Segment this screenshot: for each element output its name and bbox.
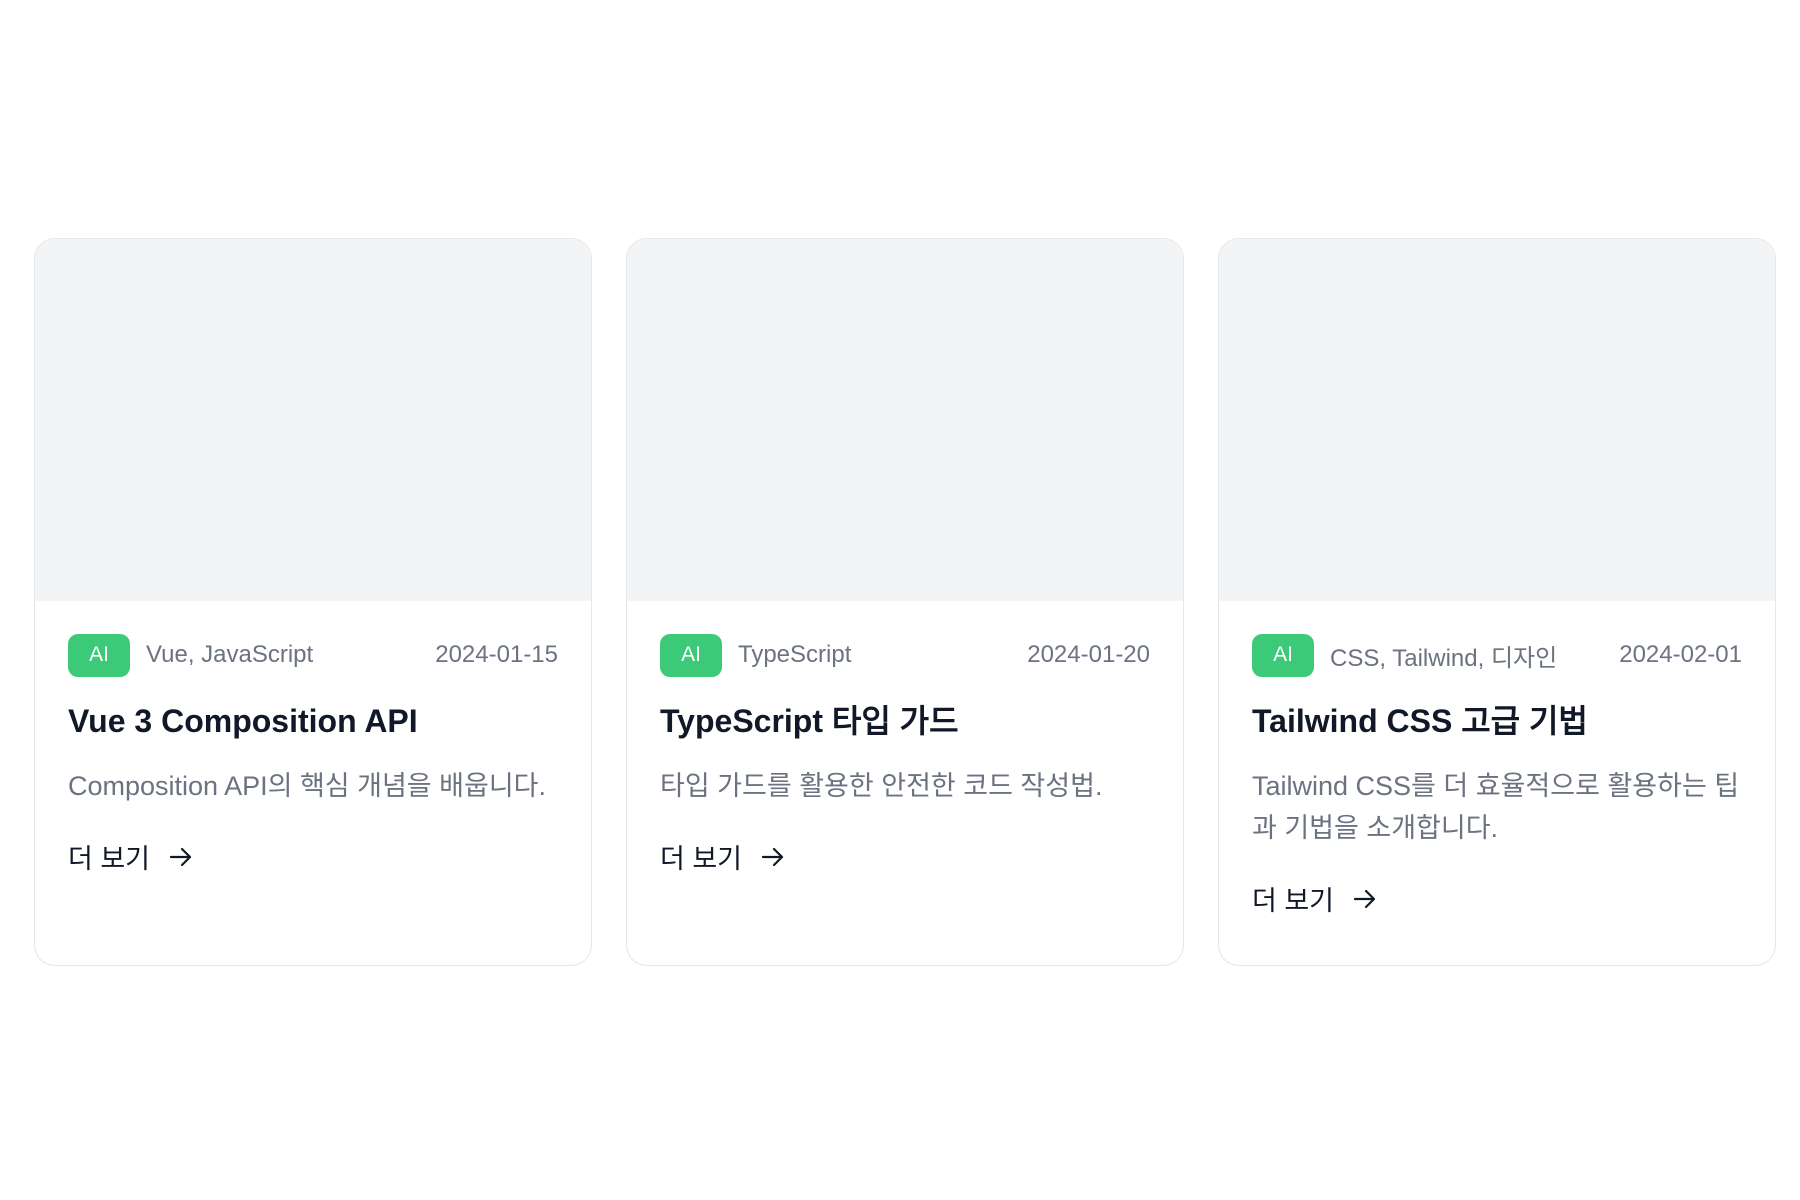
card-meta: AI TypeScript 2024-01-20: [660, 633, 1150, 677]
card-title[interactable]: Tailwind CSS 고급 기법: [1252, 699, 1742, 743]
card-body: AI TypeScript 2024-01-20 TypeScript 타입 가…: [627, 601, 1183, 876]
read-more-link[interactable]: 더 보기: [68, 837, 194, 876]
read-more-label: 더 보기: [1252, 886, 1335, 916]
card-date: 2024-01-20: [1027, 641, 1150, 668]
card-title[interactable]: TypeScript 타입 가드: [660, 699, 1150, 743]
card-date: 2024-02-01: [1619, 641, 1742, 668]
card-thumbnail: [627, 239, 1183, 601]
arrow-right-icon: [1352, 886, 1378, 912]
card-tags: TypeScript: [738, 641, 852, 668]
card-thumbnail: [35, 239, 591, 601]
card-title[interactable]: Vue 3 Composition API: [68, 699, 558, 743]
read-more-link[interactable]: 더 보기: [1252, 879, 1378, 918]
post-card-grid: AI Vue, JavaScript 2024-01-15 Vue 3 Comp…: [34, 238, 1777, 966]
post-card[interactable]: AI CSS, Tailwind, 디자인 2024-02-01 Tailwin…: [1218, 238, 1776, 966]
arrow-right-icon: [168, 844, 194, 870]
card-body: AI Vue, JavaScript 2024-01-15 Vue 3 Comp…: [35, 601, 591, 876]
card-date: 2024-01-15: [435, 641, 558, 668]
card-description: Tailwind CSS를 더 효율적으로 활용하는 팁과 기법을 소개합니다.: [1252, 771, 1740, 843]
card-description: 타입 가드를 활용한 안전한 코드 작성법.: [660, 771, 1103, 801]
card-body: AI CSS, Tailwind, 디자인 2024-02-01 Tailwin…: [1219, 601, 1775, 918]
category-badge: AI: [68, 633, 130, 677]
card-description: Composition API의 핵심 개념을 배웁니다.: [68, 771, 547, 801]
category-badge: AI: [660, 633, 722, 677]
card-tags: Vue, JavaScript: [146, 641, 314, 668]
arrow-right-icon: [760, 844, 786, 870]
card-meta: AI CSS, Tailwind, 디자인 2024-02-01: [1252, 633, 1742, 677]
card-thumbnail: [1219, 239, 1775, 601]
read-more-label: 더 보기: [660, 844, 743, 874]
read-more-link[interactable]: 더 보기: [660, 837, 786, 876]
post-card[interactable]: AI Vue, JavaScript 2024-01-15 Vue 3 Comp…: [34, 238, 592, 966]
category-badge: AI: [1252, 633, 1314, 677]
post-card[interactable]: AI TypeScript 2024-01-20 TypeScript 타입 가…: [626, 238, 1184, 966]
card-tags: CSS, Tailwind, 디자인: [1330, 644, 1558, 672]
card-meta: AI Vue, JavaScript 2024-01-15: [68, 633, 558, 677]
read-more-label: 더 보기: [68, 844, 151, 874]
